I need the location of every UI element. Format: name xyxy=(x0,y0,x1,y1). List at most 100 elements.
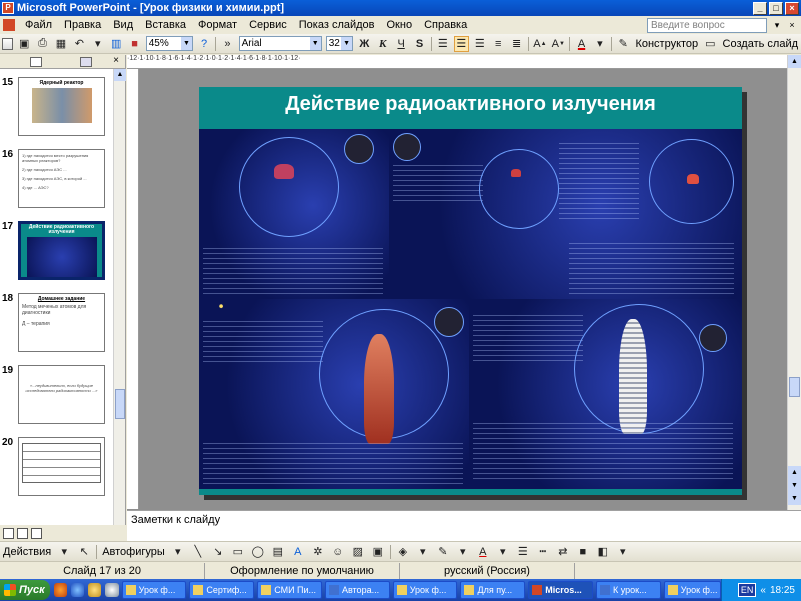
designer-icon[interactable]: ✎ xyxy=(616,36,630,52)
chart-icon[interactable]: ▥ xyxy=(109,36,123,52)
notes-area[interactable]: Заметки к слайду xyxy=(127,510,801,541)
sorter-view-icon[interactable] xyxy=(17,527,28,539)
bullet-list-icon[interactable]: ≣ xyxy=(509,36,523,52)
help-search-input[interactable]: Введите вопрос xyxy=(647,17,767,33)
chevron-down-icon[interactable]: ▾ xyxy=(91,36,105,52)
next-slide-icon[interactable]: ▼ xyxy=(788,479,801,492)
grow-font-icon[interactable]: A ▲ xyxy=(533,36,547,52)
chevron-down-icon[interactable]: ▾ xyxy=(615,544,631,560)
browser-icon[interactable] xyxy=(70,583,85,597)
thumbnail-scrollbar[interactable]: ▲ xyxy=(113,69,126,525)
image-panel-top-right[interactable] xyxy=(389,129,742,299)
italic-button[interactable]: К xyxy=(376,36,390,52)
new-slide-icon[interactable]: ▭ xyxy=(703,36,717,52)
rectangle-icon[interactable]: ▭ xyxy=(230,544,246,560)
close-pane-icon[interactable]: × xyxy=(113,55,119,66)
taskbar-item[interactable]: Для пу... xyxy=(460,581,526,599)
prev-slide-icon[interactable]: ▲ xyxy=(788,466,801,479)
start-button[interactable]: Пуск xyxy=(0,580,50,600)
menu-view[interactable]: Вид xyxy=(107,19,139,31)
thumbnail-box[interactable]: «...неудивительно, если будущие исследов… xyxy=(18,365,105,424)
scroll-thumb[interactable] xyxy=(789,377,800,397)
shrink-font-icon[interactable]: A ▼ xyxy=(551,36,565,52)
line-icon[interactable]: ╲ xyxy=(190,544,206,560)
thumbnail-box[interactable]: Домашнее задание Метод меченых атомов дл… xyxy=(18,293,105,352)
chevron-down-icon[interactable]: ▾ xyxy=(771,19,783,31)
outline-tab-icon[interactable] xyxy=(30,57,42,67)
slides-tab-icon[interactable] xyxy=(80,57,92,67)
line-style-icon[interactable]: ☰ xyxy=(515,544,531,560)
font-color-icon[interactable]: A xyxy=(475,544,491,560)
menu-format[interactable]: Формат xyxy=(192,19,243,31)
vertical-ruler[interactable] xyxy=(127,69,139,509)
menu-help[interactable]: Справка xyxy=(418,19,473,31)
menu-tools[interactable]: Сервис xyxy=(243,19,293,31)
print-icon[interactable]: ⎙ xyxy=(35,36,49,52)
scroll-up-icon[interactable]: ▲ xyxy=(788,55,801,68)
menu-window[interactable]: Окно xyxy=(381,19,419,31)
chevron-down-icon[interactable]: ▼ xyxy=(309,37,321,50)
close-button[interactable]: × xyxy=(785,1,799,15)
image-panel-bottom-right[interactable] xyxy=(469,299,742,489)
taskbar-item[interactable]: Урок ф... xyxy=(121,581,187,599)
font-size-select[interactable]: 32 ▼ xyxy=(325,36,354,51)
shadow-icon[interactable]: ■ xyxy=(575,544,591,560)
diagram-icon[interactable]: ✲ xyxy=(310,544,326,560)
horizontal-ruler[interactable]: ·12·1·10·1·8·1·6·1·4·1·2·1·0·1·2·1·4·1·6… xyxy=(127,55,787,69)
menu-edit[interactable]: Правка xyxy=(58,19,107,31)
tray-arrow-icon[interactable]: « xyxy=(760,585,766,596)
document-icon[interactable] xyxy=(3,19,15,31)
new-doc-icon[interactable] xyxy=(2,37,13,50)
underline-button[interactable]: Ч xyxy=(394,36,408,52)
chevron-down-icon[interactable]: ▾ xyxy=(170,544,186,560)
save-icon[interactable]: ▣ xyxy=(17,36,31,52)
chevron-down-icon[interactable]: ▾ xyxy=(455,544,471,560)
align-left-icon[interactable]: ☰ xyxy=(436,36,450,52)
3d-icon[interactable]: ◧ xyxy=(595,544,611,560)
current-slide[interactable]: Действие радиоактивного излучения ✺ xyxy=(199,87,742,495)
color-icon[interactable]: ■ xyxy=(127,36,141,52)
oval-icon[interactable]: ◯ xyxy=(250,544,266,560)
taskbar-item-active[interactable]: Micros... xyxy=(528,581,594,599)
align-center-icon[interactable]: ☰ xyxy=(454,35,469,52)
autoshapes-menu[interactable]: Автофигуры xyxy=(99,546,168,558)
help-icon[interactable]: ? xyxy=(197,36,211,52)
numbered-list-icon[interactable]: ≡ xyxy=(491,36,505,52)
image-panel-bottom-left[interactable]: ✺ xyxy=(199,299,469,489)
normal-view-icon[interactable] xyxy=(3,527,14,539)
fill-color-icon[interactable]: ◈ xyxy=(395,544,411,560)
minimize-button[interactable]: _ xyxy=(753,1,767,15)
align-right-icon[interactable]: ☰ xyxy=(473,36,487,52)
taskbar-item[interactable]: Сертиф... xyxy=(189,581,255,599)
taskbar-item[interactable]: Автора... xyxy=(324,581,390,599)
scroll-down-icon[interactable]: ▼ xyxy=(788,492,801,505)
close-doc-icon[interactable]: × xyxy=(786,19,798,31)
taskbar-item[interactable]: СМИ Пи... xyxy=(257,581,322,599)
image-panel-top-left[interactable] xyxy=(199,129,389,299)
thumbnail-box[interactable]: Ядерный реактор xyxy=(18,77,105,136)
chevron-down-icon[interactable]: ▾ xyxy=(593,36,607,52)
font-select[interactable]: Arial ▼ xyxy=(238,36,322,51)
taskbar-item[interactable]: Урок ф... xyxy=(392,581,458,599)
thumbnail-box[interactable]: Действие радиоактивного излучения xyxy=(18,221,105,280)
chevron-down-icon[interactable]: ▾ xyxy=(56,544,72,560)
arrow-style-icon[interactable]: ⇄ xyxy=(555,544,571,560)
new-slide-button[interactable]: Создать слайд xyxy=(720,38,801,50)
shadow-button[interactable]: S xyxy=(412,36,426,52)
table-icon[interactable]: ▦ xyxy=(54,36,68,52)
menu-slideshow[interactable]: Показ слайдов xyxy=(293,19,381,31)
powerpoint-icon[interactable]: P xyxy=(2,2,14,14)
slide-title[interactable]: Действие радиоактивного излучения xyxy=(199,93,742,116)
taskbar-item[interactable]: К урок... xyxy=(596,581,661,599)
designer-button[interactable]: Конструктор xyxy=(632,38,701,50)
scroll-thumb[interactable] xyxy=(115,389,125,419)
dash-style-icon[interactable]: ┅ xyxy=(535,544,551,560)
chevron-down-icon[interactable]: ▾ xyxy=(495,544,511,560)
thumbnail-box[interactable] xyxy=(18,437,105,496)
menu-file[interactable]: Файл xyxy=(19,19,58,31)
select-pointer-icon[interactable]: ↖ xyxy=(76,544,92,560)
clipart-icon[interactable]: ☺ xyxy=(330,544,346,560)
chevron-down-icon[interactable]: ▾ xyxy=(415,544,431,560)
bold-button[interactable]: Ж xyxy=(357,36,371,52)
picture-icon[interactable]: ▨ xyxy=(350,544,366,560)
